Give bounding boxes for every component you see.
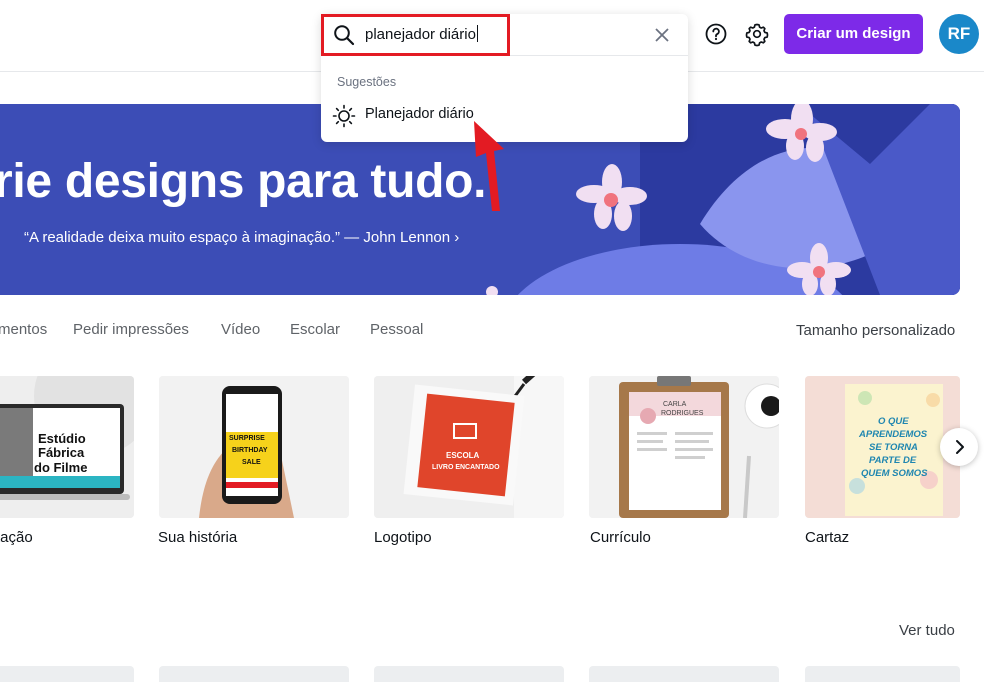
card-art-line-3: do Filme [34, 460, 87, 475]
card-label-poster[interactable]: Cartaz [805, 529, 849, 546]
hero-title: rie designs para tudo. [0, 155, 487, 208]
resume-thumbnail: CARLA RODRIGUES [589, 376, 779, 518]
card-art-line-2: LIVRO ENCANTADO [432, 464, 500, 471]
card-art-line-2: Fábrica [38, 445, 85, 460]
custom-size-link[interactable]: Tamanho personalizado [796, 322, 955, 339]
template-card-row2[interactable] [159, 666, 349, 682]
template-card-logo[interactable]: ESCOLA LIVRO ENCANTADO [374, 376, 564, 518]
card-art-line-1: SURPRISE [229, 435, 265, 442]
suggestion-label: Planejador diário [365, 106, 474, 122]
logo-thumbnail: ESCOLA LIVRO ENCANTADO [374, 376, 564, 518]
canva-home: Criar um design RF planejador diário Sug… [0, 0, 984, 682]
view-all-link[interactable]: Ver tudo [899, 622, 955, 639]
card-art-line-1: CARLA [663, 401, 687, 408]
card-art-line-4: PARTE DE [869, 455, 917, 466]
card-art-line-3: SE TORNA [869, 442, 918, 453]
card-art-line-3: SALE [242, 459, 261, 466]
red-arrow-annotation [474, 121, 504, 211]
tab-personal[interactable]: Pessoal [370, 321, 423, 338]
card-label-presentation[interactable]: tação [0, 529, 33, 546]
card-art-line-2: BIRTHDAY [232, 447, 268, 454]
template-card-story[interactable]: SURPRISE BIRTHDAY SALE [159, 376, 349, 518]
card-art-line-1: Estúdio [38, 431, 86, 446]
create-design-button[interactable]: Criar um design [784, 14, 923, 54]
suggestions-heading: Sugestões [337, 75, 397, 89]
template-card-row2[interactable] [0, 666, 134, 682]
tab-print[interactable]: Pedir impressões [73, 321, 189, 338]
card-art-line-2: APRENDEMOS [858, 429, 928, 440]
tab-category-1[interactable]: mentos [0, 321, 47, 338]
poster-thumbnail: O QUE APRENDEMOS SE TORNA PARTE DE QUEM … [805, 376, 960, 518]
template-card-row2[interactable] [805, 666, 960, 682]
presentation-thumbnail: Estúdio Fábrica do Filme [0, 376, 134, 518]
hero-quote-link[interactable]: “A realidade deixa muito espaço à imagin… [24, 229, 459, 246]
card-label-logo[interactable]: Logotipo [374, 529, 432, 546]
template-card-poster[interactable]: O QUE APRENDEMOS SE TORNA PARTE DE QUEM … [805, 376, 960, 518]
template-card-presentation[interactable]: Estúdio Fábrica do Filme [0, 376, 134, 518]
tab-school[interactable]: Escolar [290, 321, 340, 338]
card-art-line-2: RODRIGUES [661, 410, 704, 417]
template-card-row2[interactable] [589, 666, 779, 682]
settings-gear-icon[interactable] [744, 21, 770, 47]
story-thumbnail: SURPRISE BIRTHDAY SALE [159, 376, 349, 518]
template-card-resume[interactable]: CARLA RODRIGUES [589, 376, 779, 518]
clear-search-icon[interactable] [653, 26, 671, 44]
card-art-line-1: O QUE [878, 416, 909, 427]
search-highlight-box [321, 14, 510, 56]
sun-icon [332, 104, 356, 128]
search-bar[interactable]: planejador diário [321, 14, 688, 56]
carousel-next-button[interactable] [940, 428, 978, 466]
tab-video[interactable]: Vídeo [221, 321, 260, 338]
help-icon[interactable] [704, 22, 728, 46]
user-avatar[interactable]: RF [939, 14, 979, 54]
card-art-line-1: ESCOLA [446, 451, 480, 460]
card-art-line-5: QUEM SOMOS [861, 468, 928, 479]
card-label-resume[interactable]: Currículo [590, 529, 651, 546]
template-card-row2[interactable] [374, 666, 564, 682]
card-label-story[interactable]: Sua história [158, 529, 237, 546]
chevron-right-icon [956, 440, 964, 454]
